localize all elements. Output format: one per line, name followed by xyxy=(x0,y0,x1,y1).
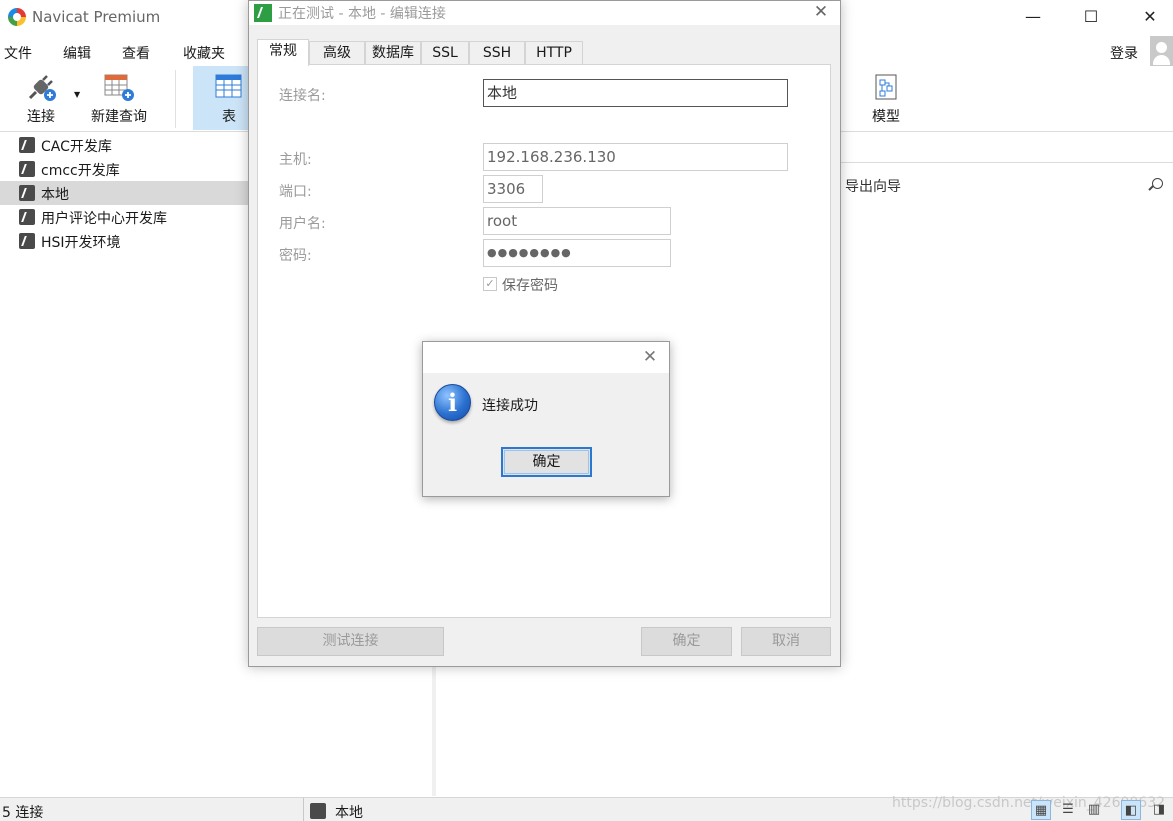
minimize-icon[interactable]: — xyxy=(1011,4,1055,30)
tab-ssh[interactable]: SSH xyxy=(469,41,525,65)
tree-item-label: HSI开发环境 xyxy=(41,235,121,251)
chevron-down-icon: ▼ xyxy=(74,90,81,99)
tree-item-user-review[interactable]: 用户评论中心开发库 xyxy=(0,205,248,229)
message-ok-button[interactable]: 确定 xyxy=(501,447,592,477)
connection-count: 5 连接 xyxy=(2,805,44,821)
plug-icon xyxy=(28,75,56,101)
mysql-connection-icon xyxy=(19,161,35,177)
export-wizard-button[interactable]: 导出向导 xyxy=(845,176,901,196)
tab-general[interactable]: 常规 xyxy=(257,39,309,66)
model-label: 模型 xyxy=(872,109,900,125)
mysql-logo-icon xyxy=(254,4,272,22)
tab-ssl[interactable]: SSL xyxy=(421,41,469,65)
close-icon[interactable]: ✕ xyxy=(637,345,663,369)
connect-button[interactable]: 连接 xyxy=(10,66,72,130)
maximize-icon[interactable]: ☐ xyxy=(1069,4,1113,30)
mysql-connection-icon xyxy=(19,137,35,153)
tree-item-cac[interactable]: CAC开发库 xyxy=(0,133,248,157)
username-input[interactable]: root xyxy=(483,207,671,235)
menu-edit[interactable]: 编辑 xyxy=(63,43,91,63)
info-pane-icon[interactable]: ◧ xyxy=(1121,800,1141,820)
mysql-connection-icon xyxy=(310,803,326,819)
app-title: Navicat Premium xyxy=(32,8,161,26)
menu-view[interactable]: 查看 xyxy=(122,43,150,63)
model-button[interactable]: 模型 xyxy=(860,66,912,130)
port-label: 端口: xyxy=(279,184,312,200)
tree-item-hsi[interactable]: HSI开发环境 xyxy=(0,229,248,253)
close-icon[interactable]: ✕ xyxy=(1128,4,1172,30)
detail-view-icon[interactable]: ▥ xyxy=(1084,800,1104,820)
save-password-label: 保存密码 xyxy=(502,278,558,294)
username-label: 用户名: xyxy=(279,216,326,232)
connect-dropdown-button[interactable]: ▼ xyxy=(72,66,82,130)
message-box-title-bar: ✕ xyxy=(423,342,669,373)
test-connection-button[interactable]: 测试连接 xyxy=(257,627,444,656)
host-label: 主机: xyxy=(279,152,312,168)
mysql-connection-icon xyxy=(19,209,35,225)
user-avatar-icon[interactable] xyxy=(1150,36,1173,68)
close-icon[interactable]: ✕ xyxy=(807,1,835,25)
menu-file[interactable]: 文件 xyxy=(4,43,32,63)
menu-favorites[interactable]: 收藏夹 xyxy=(183,43,225,63)
password-input[interactable]: ●●●●●●●● xyxy=(483,239,671,267)
info-icon: i xyxy=(434,384,471,421)
tree-item-local[interactable]: 本地 xyxy=(0,181,248,205)
password-label: 密码: xyxy=(279,248,312,264)
tab-database[interactable]: 数据库 xyxy=(365,41,421,65)
port-input[interactable]: 3306 xyxy=(483,175,543,203)
tree-item-label: CAC开发库 xyxy=(41,139,112,155)
navicat-logo-icon xyxy=(8,8,26,26)
tree-item-label: cmcc开发库 xyxy=(41,163,120,179)
new-query-label: 新建查询 xyxy=(91,109,147,125)
table-label: 表 xyxy=(222,109,236,125)
search-icon[interactable] xyxy=(1152,178,1163,189)
object-tab-strip xyxy=(840,133,1173,163)
edit-connection-dialog: 正在测试 - 本地 - 编辑连接 ✕ 常规 高级 数据库 SSL SSH HTT… xyxy=(248,0,841,667)
grid-view-icon[interactable]: ▦ xyxy=(1031,800,1051,820)
current-connection: 本地 xyxy=(335,805,363,821)
conn-name-label: 连接名: xyxy=(279,88,326,104)
connect-label: 连接 xyxy=(27,109,55,125)
message-text: 连接成功 xyxy=(482,398,538,414)
mysql-connection-icon xyxy=(19,233,35,249)
tree-item-cmcc[interactable]: cmcc开发库 xyxy=(0,157,248,181)
connection-success-message-box: ✕ i 连接成功 确定 xyxy=(422,341,670,497)
save-password-checkbox[interactable]: ✓ xyxy=(483,277,497,291)
toolbar-separator xyxy=(175,70,176,128)
dialog-title: 正在测试 - 本地 - 编辑连接 xyxy=(278,6,446,22)
dialog-title-bar: 正在测试 - 本地 - 编辑连接 ✕ xyxy=(249,1,840,25)
dialog-ok-button[interactable]: 确定 xyxy=(641,627,732,656)
model-icon xyxy=(875,74,897,100)
tree-item-label: 本地 xyxy=(41,187,69,203)
login-link[interactable]: 登录 xyxy=(1110,43,1138,63)
pane-splitter[interactable] xyxy=(432,666,436,796)
host-input[interactable]: 192.168.236.130 xyxy=(483,143,788,171)
tab-http[interactable]: HTTP xyxy=(525,41,583,65)
table-icon xyxy=(215,74,242,98)
conn-name-input[interactable]: 本地 xyxy=(483,79,788,107)
query-grid-icon xyxy=(104,74,134,101)
list-view-icon[interactable]: ☰ xyxy=(1058,800,1078,820)
tab-advanced[interactable]: 高级 xyxy=(309,41,365,65)
dialog-cancel-button[interactable]: 取消 xyxy=(741,627,831,656)
status-divider xyxy=(303,798,304,821)
side-pane-icon[interactable]: ◨ xyxy=(1149,800,1169,820)
new-query-button[interactable]: 新建查询 xyxy=(85,66,153,130)
tree-item-label: 用户评论中心开发库 xyxy=(41,211,167,227)
table-button[interactable]: 表 xyxy=(193,66,249,130)
connection-tree: CAC开发库 cmcc开发库 本地 用户评论中心开发库 HSI开发环境 xyxy=(0,133,248,795)
mysql-connection-icon xyxy=(19,185,35,201)
